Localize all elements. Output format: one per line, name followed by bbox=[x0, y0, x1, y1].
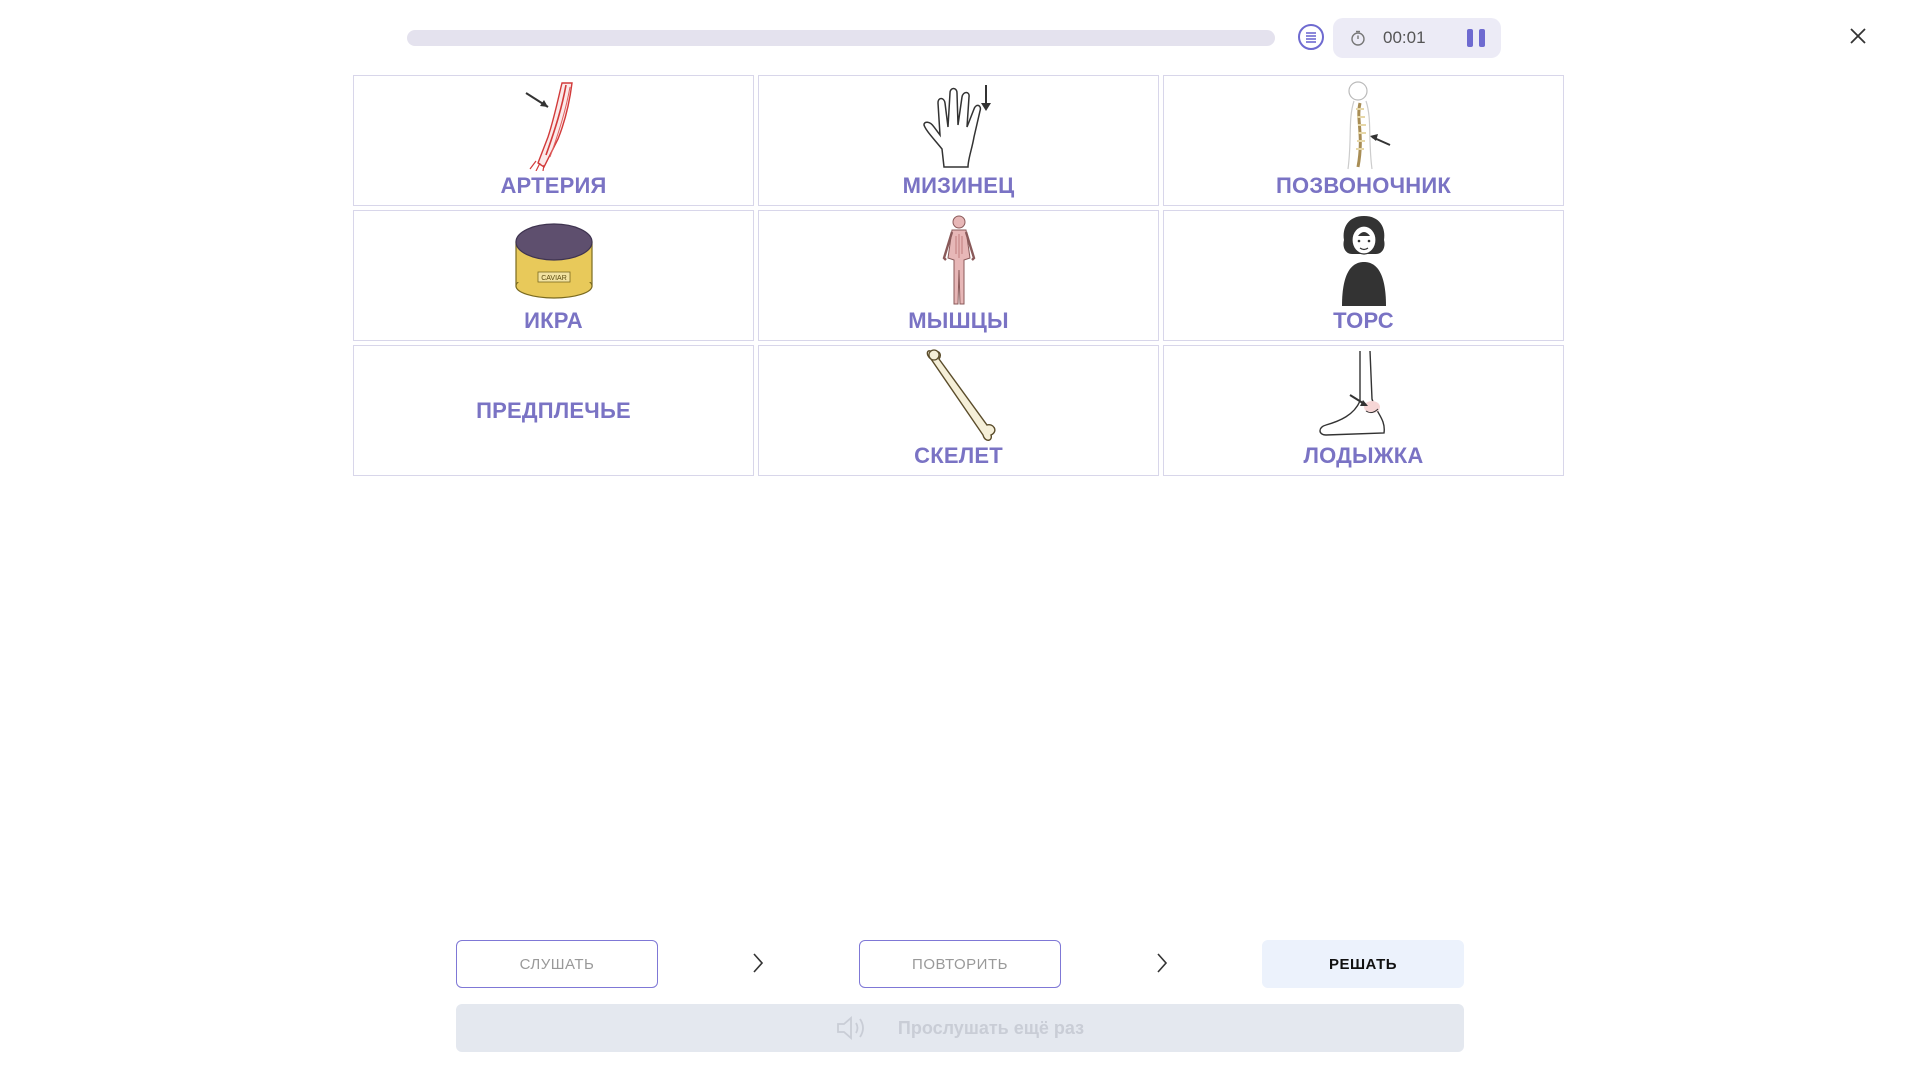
list-icon bbox=[1306, 32, 1316, 43]
cell-word: АРТЕРИЯ bbox=[500, 173, 607, 198]
timer-value: 00:01 bbox=[1383, 28, 1426, 47]
grid-cell-spine[interactable]: ПОЗВОНОЧНИК bbox=[1163, 75, 1564, 206]
cell-word: МЫШЦЫ bbox=[908, 308, 1009, 333]
grid-cell-torso[interactable]: ТОРС bbox=[1163, 210, 1564, 341]
pause-icon bbox=[1467, 29, 1473, 47]
progress-bar bbox=[407, 30, 1275, 46]
listen-button[interactable]: СЛУШАТЬ bbox=[456, 940, 658, 988]
cell-word: МИЗИНЕЦ bbox=[902, 173, 1015, 198]
chevron-right-icon bbox=[753, 953, 764, 973]
solve-button[interactable]: РЕШАТЬ bbox=[1262, 940, 1464, 988]
hand-pinky-icon bbox=[909, 79, 1009, 171]
cell-word: ПРЕДПЛЕЧЬЕ bbox=[476, 397, 631, 423]
bone-icon bbox=[909, 349, 1009, 441]
close-icon bbox=[1850, 28, 1866, 44]
replay-label: Прослушать ещё раз bbox=[897, 1017, 1085, 1038]
foot-ankle-icon bbox=[1314, 349, 1414, 441]
grid-cell-caviar[interactable]: CAVIAR ИКРА bbox=[353, 210, 754, 341]
torso-icon bbox=[1314, 214, 1414, 306]
cell-word: ЛОДЫЖКА bbox=[1303, 443, 1424, 468]
cell-word: СКЕЛЕТ bbox=[914, 443, 1003, 468]
grid-cell-skeleton[interactable]: СКЕЛЕТ bbox=[758, 345, 1159, 476]
exercise-screen: 00:01 АРТЕРИЯ МИЗИНЕЦ ПОЗВОНОЧНИК CAVIAR… bbox=[0, 0, 1920, 1080]
caviar-label: CAVIAR bbox=[541, 275, 567, 282]
grid-cell-muscles[interactable]: МЫШЦЫ bbox=[758, 210, 1159, 341]
list-button[interactable] bbox=[1298, 24, 1324, 50]
grid-cell-artery[interactable]: АРТЕРИЯ bbox=[353, 75, 754, 206]
arm-artery-icon bbox=[504, 79, 604, 171]
caviar-tin-icon: CAVIAR bbox=[504, 214, 604, 306]
stopwatch-icon bbox=[1349, 29, 1367, 47]
timer: 00:01 bbox=[1333, 18, 1501, 58]
speaker-icon bbox=[837, 1016, 864, 1040]
repeat-button[interactable]: ПОВТОРИТЬ bbox=[859, 940, 1061, 988]
chevron-right-icon bbox=[1157, 953, 1168, 973]
cell-word: ИКРА bbox=[524, 308, 583, 333]
grid-cell-ankle[interactable]: ЛОДЫЖКА bbox=[1163, 345, 1564, 476]
spine-icon bbox=[1314, 79, 1414, 171]
replay-button[interactable]: Прослушать ещё раз bbox=[456, 1004, 1464, 1052]
cell-word: ПОЗВОНОЧНИК bbox=[1276, 173, 1451, 198]
pause-button[interactable] bbox=[1467, 29, 1485, 47]
word-grid: АРТЕРИЯ МИЗИНЕЦ ПОЗВОНОЧНИК CAVIAR ИКРА … bbox=[353, 75, 1564, 476]
muscles-figure-icon bbox=[909, 214, 1009, 306]
cell-word: ТОРС bbox=[1333, 308, 1394, 333]
close-button[interactable] bbox=[1846, 24, 1870, 48]
grid-cell-forearm[interactable]: ПРЕДПЛЕЧЬЕ bbox=[353, 345, 754, 476]
grid-cell-pinky[interactable]: МИЗИНЕЦ bbox=[758, 75, 1159, 206]
